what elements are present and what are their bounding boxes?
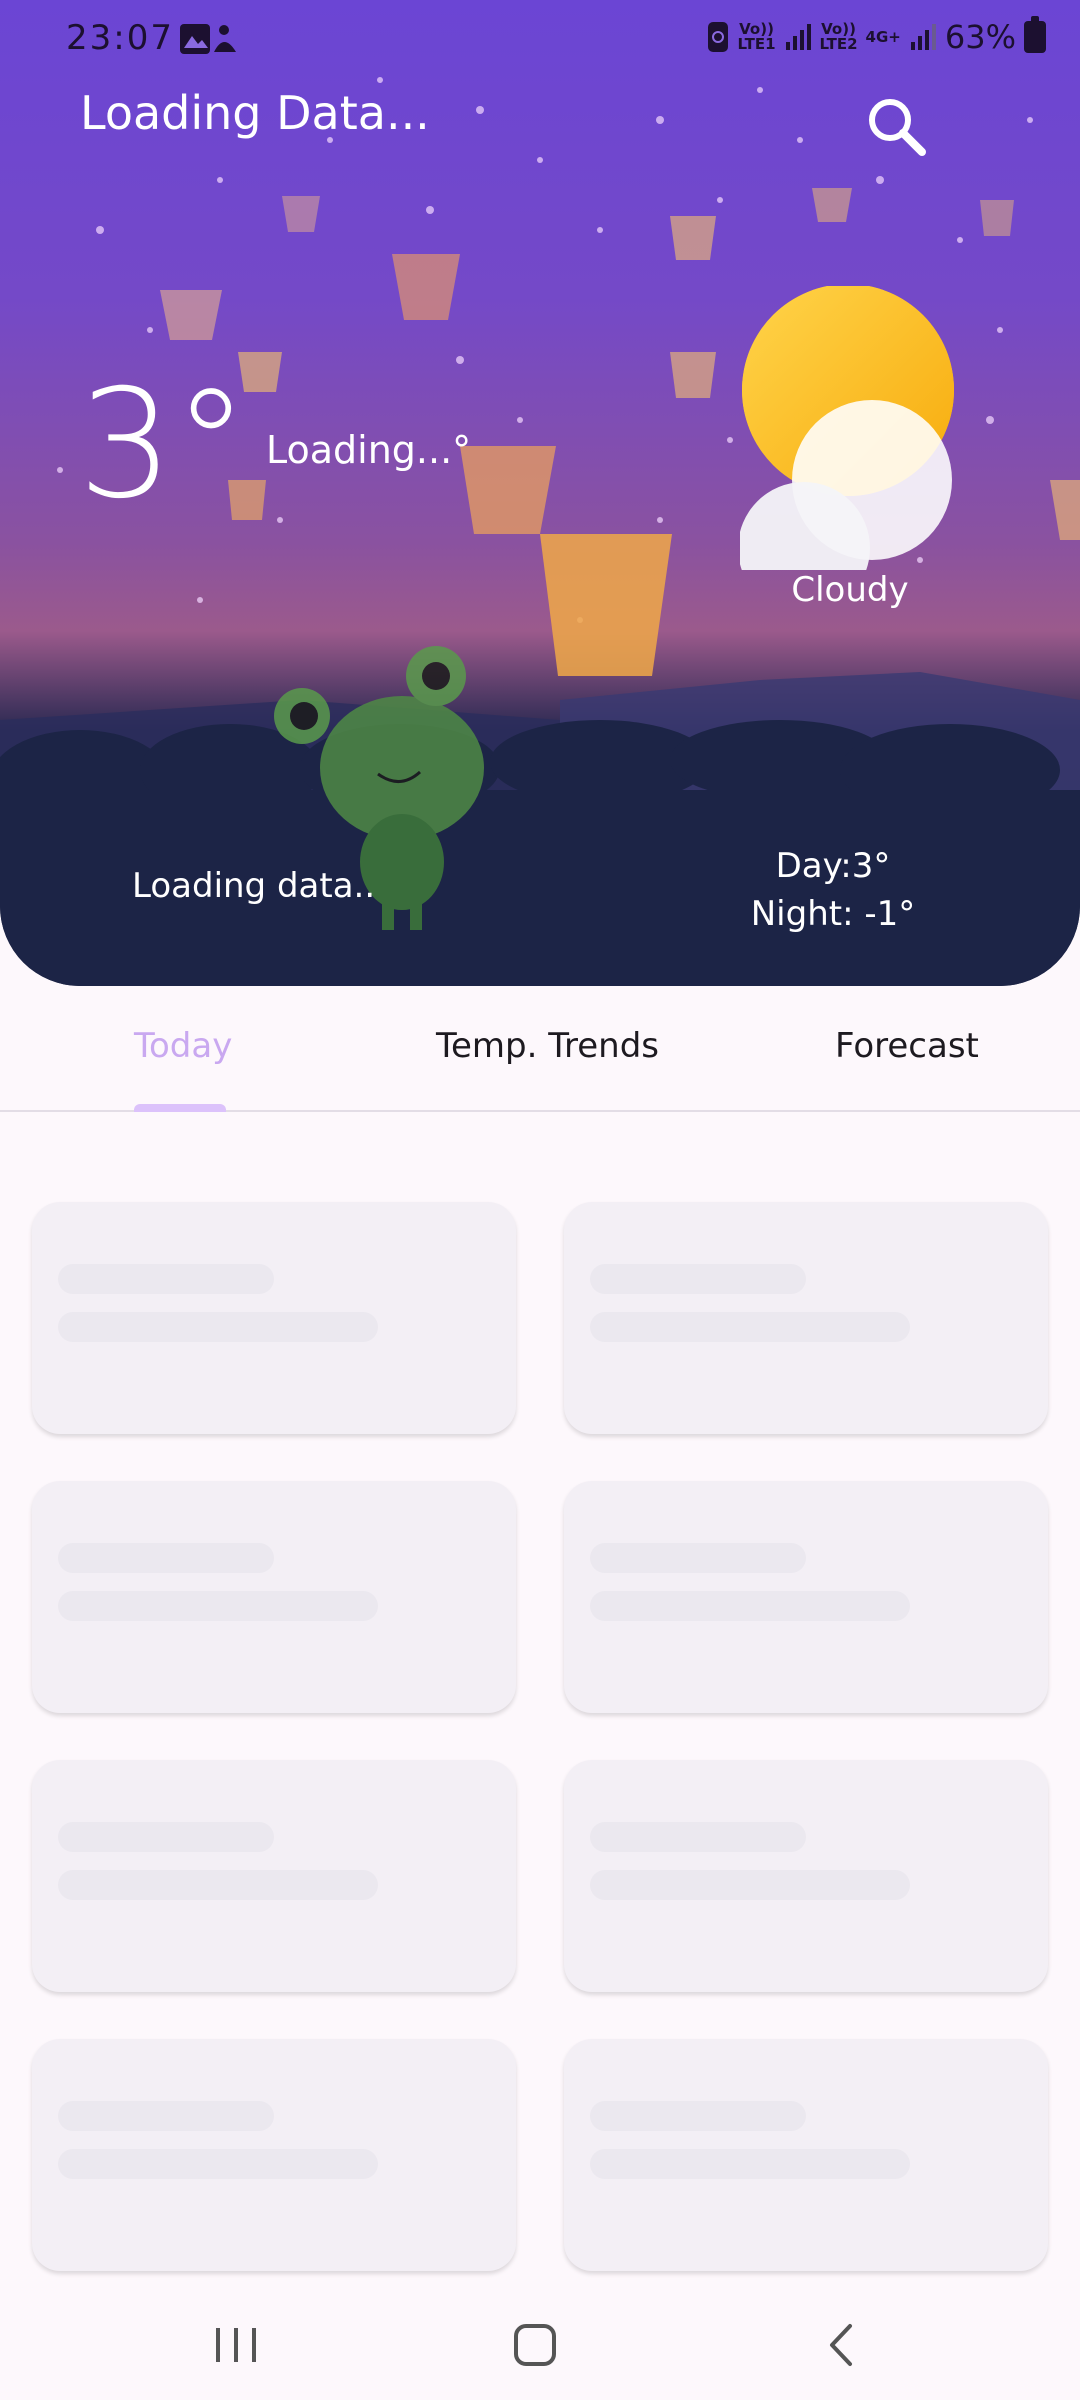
skeleton-card xyxy=(32,1202,516,1434)
battery-icon xyxy=(1024,16,1046,53)
network-type: 4G+ xyxy=(865,27,901,46)
night-temperature: Night: -1° xyxy=(750,894,916,934)
tab-bar: Today Temp. Trends Forecast xyxy=(0,986,1080,1112)
system-navigation-bar xyxy=(0,2290,1080,2400)
weather-summary: Loading data.. xyxy=(132,866,376,906)
skeleton-card xyxy=(564,1481,1048,1713)
skeleton-line xyxy=(590,2101,806,2131)
current-temperature: 3° xyxy=(78,358,249,532)
skeleton-card xyxy=(564,1760,1048,1992)
weather-hero: 23:07 Vo)) LTE1 Vo)) LTE2 4G+ 63% Loadin… xyxy=(0,0,1080,986)
skeleton-card xyxy=(564,2039,1048,2271)
battery-percent: 63% xyxy=(944,18,1016,56)
skeleton-line xyxy=(58,1264,274,1294)
sim1-lte-label: LTE1 xyxy=(737,35,776,53)
location-title: Loading Data... xyxy=(80,86,430,140)
recents-icon[interactable] xyxy=(196,2310,276,2380)
gallery-icon xyxy=(180,24,236,54)
signal-strength-icon xyxy=(785,24,811,50)
tab-today[interactable]: Today xyxy=(134,1026,232,1066)
skeleton-line xyxy=(590,1312,910,1342)
sim2-lte-label: LTE2 xyxy=(819,35,858,53)
day-night-temps: Day:3° Night: -1° xyxy=(720,842,946,938)
status-time: 23:07 xyxy=(66,18,174,58)
day-temperature: Day:3° xyxy=(775,846,891,886)
skeleton-line xyxy=(58,2101,274,2131)
skeleton-line xyxy=(58,1312,378,1342)
skeleton-line xyxy=(590,1264,806,1294)
search-icon[interactable] xyxy=(862,92,932,162)
status-bar: 23:07 Vo)) LTE1 Vo)) LTE2 4G+ 63% xyxy=(0,0,1080,78)
skeleton-line xyxy=(590,1543,806,1573)
active-tab-indicator xyxy=(134,1104,226,1112)
home-icon[interactable] xyxy=(496,2310,576,2380)
tab-forecast[interactable]: Forecast xyxy=(835,1026,979,1066)
skeleton-line xyxy=(590,2149,910,2179)
skeleton-line xyxy=(590,1591,910,1621)
skeleton-line xyxy=(58,2149,378,2179)
skeleton-line xyxy=(58,1591,378,1621)
skeleton-line xyxy=(58,1870,378,1900)
signal-strength-icon xyxy=(910,24,936,50)
skeleton-card xyxy=(32,2039,516,2271)
feels-like-temperature: Loading...° xyxy=(266,428,472,472)
skeleton-line xyxy=(590,1822,806,1852)
skeleton-card xyxy=(564,1202,1048,1434)
skeleton-line xyxy=(58,1822,274,1852)
data-saver-icon xyxy=(707,22,728,52)
back-icon[interactable] xyxy=(800,2310,880,2380)
skeleton-card xyxy=(32,1760,516,1992)
tab-temp-trends[interactable]: Temp. Trends xyxy=(436,1026,659,1066)
condition-label: Cloudy xyxy=(791,570,909,610)
skeleton-line xyxy=(590,1870,910,1900)
skeleton-line xyxy=(58,1543,274,1573)
skeleton-card xyxy=(32,1481,516,1713)
sun-behind-cloud-icon xyxy=(740,286,954,570)
